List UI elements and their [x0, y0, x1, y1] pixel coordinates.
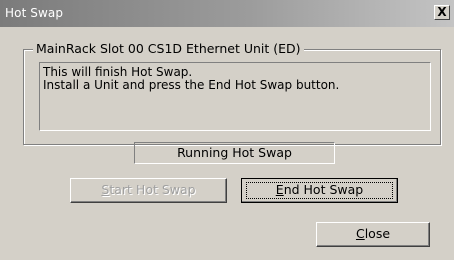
start-hot-swap-button[interactable]: Start Hot Swap [70, 178, 227, 203]
end-hot-swap-button[interactable]: End Hot Swap [241, 178, 398, 203]
window-title: Hot Swap [5, 6, 64, 20]
hot-swap-dialog: Hot Swap X MainRack Slot 00 CS1D Etherne… [0, 0, 454, 260]
close-button[interactable]: Close [316, 222, 430, 247]
close-label: Close [355, 226, 391, 241]
close-icon[interactable]: X [434, 5, 450, 20]
groupbox-legend: MainRack Slot 00 CS1D Ethernet Unit (ED) [33, 41, 304, 56]
end-hot-swap-label: End Hot Swap [275, 182, 364, 197]
message-area: This will finish Hot Swap. Install a Uni… [39, 62, 431, 131]
status-field: Running Hot Swap [134, 142, 335, 164]
start-hot-swap-label: Start Hot Swap [101, 182, 196, 197]
title-bar: Hot Swap X [0, 0, 454, 27]
message-line-2: Install a Unit and press the End Hot Swa… [43, 78, 340, 92]
